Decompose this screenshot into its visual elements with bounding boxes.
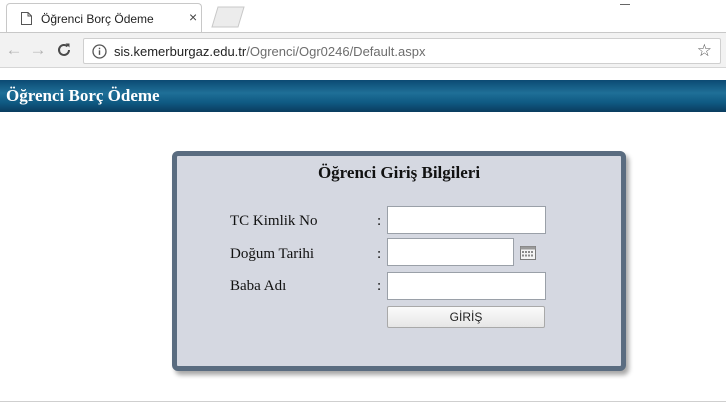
page-header: Öğrenci Borç Ödeme [0,80,726,112]
baba-adi-label: Baba Adı [230,278,287,294]
dogum-tarihi-colon: : [377,246,382,262]
url-path: /Ogrenci/Ogr0246/Default.aspx [246,44,426,59]
page-title: Öğrenci Borç Ödeme [6,86,160,105]
page-divider [0,401,726,402]
info-icon[interactable] [92,44,107,59]
url-text: sis.kemerburgaz.edu.tr/Ogrenci/Ogr0246/D… [114,44,425,59]
tc-kimlik-input[interactable] [387,206,546,234]
panel-title: Öğrenci Giriş Bilgileri [317,163,481,182]
address-bar[interactable]: sis.kemerburgaz.edu.tr/Ogrenci/Ogr0246/D… [83,38,721,64]
login-panel: Öğrenci Giriş Bilgileri TC Kimlik No : D… [172,151,626,371]
dogum-tarihi-label: Doğum Tarihi [230,246,315,262]
new-tab-button[interactable] [208,6,248,28]
back-arrow-icon[interactable]: ← [5,41,23,59]
window-minimize-button[interactable] [620,4,630,5]
close-icon[interactable]: × [189,9,197,25]
baba-adi-input[interactable] [387,272,546,300]
calendar-icon[interactable] [520,246,536,260]
star-icon[interactable]: ☆ [697,41,712,61]
tc-kimlik-label: TC Kimlik No [230,213,318,229]
tab-strip: Öğrenci Borç Ödeme × [0,0,726,32]
page-icon [21,12,32,25]
dogum-tarihi-input[interactable] [387,238,514,266]
giris-button[interactable]: GİRİŞ [387,306,545,328]
baba-adi-colon: : [377,278,382,294]
browser-toolbar: ← → sis.kemerburgaz.edu.tr/Ogrenci/Ogr02… [0,32,726,68]
reload-icon[interactable] [55,41,73,59]
forward-arrow-icon[interactable]: → [29,41,47,59]
tc-kimlik-colon: : [377,213,382,229]
url-host: sis.kemerburgaz.edu.tr [114,44,247,59]
browser-tab[interactable]: Öğrenci Borç Ödeme × [6,3,202,32]
tab-title: Öğrenci Borç Ödeme [41,12,154,26]
